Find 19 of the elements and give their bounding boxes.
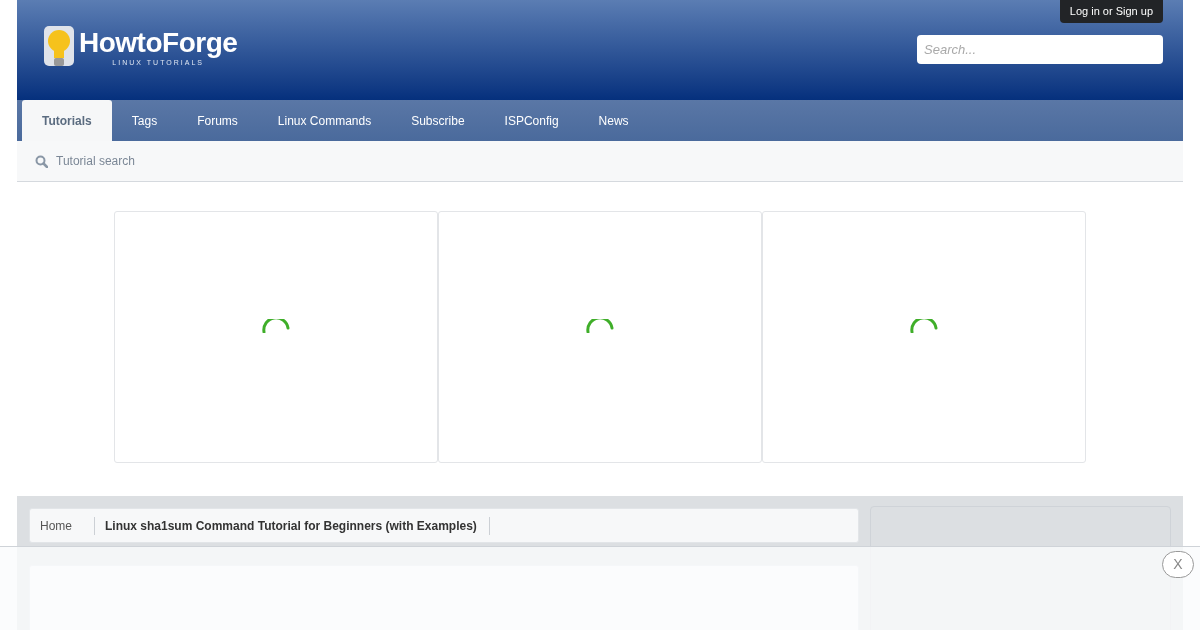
lightbulb-icon	[43, 25, 75, 69]
close-button[interactable]: X	[1162, 551, 1194, 578]
nav-tab[interactable]: Linux Commands	[257, 100, 392, 141]
nav-tab[interactable]: Forums	[177, 100, 258, 141]
search-icon	[35, 154, 48, 168]
tutorial-search-link[interactable]: Tutorial search	[56, 152, 135, 170]
logo-text[interactable]: HowtoForge	[79, 27, 238, 58]
search-field[interactable]: Search...	[917, 35, 1163, 64]
nav-tab[interactable]: Tutorials	[22, 100, 112, 141]
nav-tab[interactable]: ISPConfig	[484, 100, 579, 141]
breadcrumb-link[interactable]: Home	[30, 516, 95, 535]
spinner-icon	[261, 319, 291, 333]
login-button[interactable]: Log in or Sign up	[1059, 0, 1163, 23]
spinner-icon	[909, 319, 939, 333]
nav-tab[interactable]: Subscribe	[391, 100, 485, 141]
nav-tab[interactable]: Tags	[111, 100, 178, 141]
spinner-icon	[585, 319, 615, 333]
breadcrumb-link[interactable]: Linux sha1sum Command Tutorial for Beginners (with Examples)	[95, 516, 490, 535]
nav-tab[interactable]: News	[578, 100, 649, 141]
